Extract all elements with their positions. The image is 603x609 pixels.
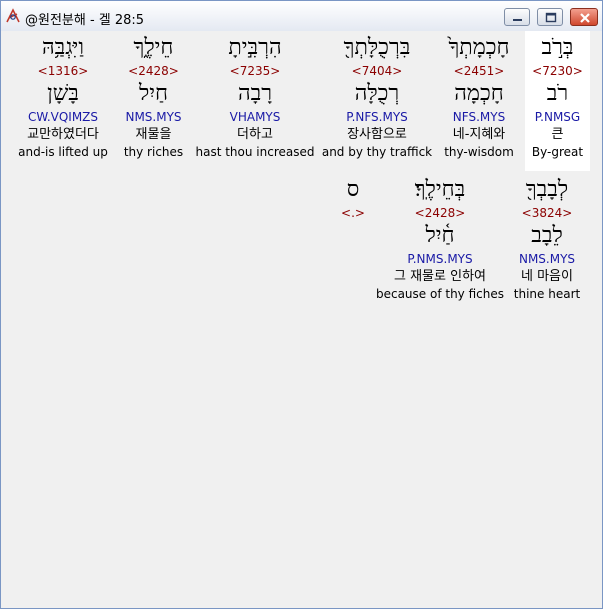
hebrew-root: חַ֫יִל	[425, 223, 455, 248]
word-card[interactable]: וַיִּגְבַּ֥הּ <1316> בָּשָׁן CW.VQIMZS 교…	[13, 33, 113, 160]
parsing-code: NMS.MYS	[518, 252, 576, 266]
hebrew-word: לְבָבְךָ֖	[525, 177, 569, 202]
maximize-button[interactable]	[537, 8, 563, 26]
english-gloss: thy riches	[123, 145, 184, 159]
parsing-code: P.NFS.MYS	[346, 110, 408, 124]
korean-gloss: 네-지혜와	[452, 127, 506, 142]
parsing-code: VHAMYS	[229, 110, 281, 124]
korean-gloss: 재물을	[135, 127, 172, 142]
hebrew-root: רָבָה	[237, 81, 273, 106]
word-card[interactable]: הִרְבִּ֣יתָ <7235> רָבָה VHAMYS 더하고 hast…	[194, 33, 316, 160]
english-gloss: because of thy fiches	[375, 287, 504, 301]
korean-gloss: 그 재물로 인하여	[394, 269, 486, 284]
hebrew-word: וַיִּגְבַּ֥הּ	[42, 35, 84, 60]
english-gloss: By-great	[531, 145, 584, 159]
maximize-icon	[545, 12, 557, 23]
window-title: @원전분해 - 겔 28:5	[25, 13, 145, 28]
strong-number[interactable]: <.>	[333, 205, 373, 221]
hebrew-root: חָכְמָה	[454, 81, 504, 106]
strong-number[interactable]: <3824>	[509, 205, 585, 221]
word-card[interactable]: ס <.>	[333, 175, 373, 221]
hebrew-word: חָכְמָתְךָ֙	[448, 35, 510, 60]
parsing-code: CW.VQIMZS	[27, 110, 99, 124]
english-gloss: thine heart	[513, 287, 581, 301]
strong-number[interactable]: <7404>	[319, 63, 435, 79]
hebrew-root: חַיִל	[138, 81, 169, 106]
close-icon	[580, 13, 590, 23]
word-card[interactable]: בְּרֹ֣ב <7230> רֹב P.NMSG 큰 By-great	[525, 33, 590, 160]
app-window: @원전분해 - 겔 28:5 בְּרֹ֣ב <7230> רֹב P.NMSG	[0, 0, 603, 609]
close-button[interactable]	[570, 8, 598, 26]
hebrew-root: רֹב	[546, 81, 569, 106]
word-card[interactable]: בְּחֵילֶֽךָ׃ <2428> חַ֫יִל P.NMS.MYS 그 재…	[373, 175, 507, 302]
english-gloss: hast thou increased	[195, 145, 315, 159]
word-card[interactable]: בִּרְכֻלָּתְךָ֖ <7404> רְכֻלָּה P.NFS.MY…	[319, 33, 435, 160]
title-bar[interactable]: @원전분해 - 겔 28:5	[1, 1, 602, 31]
hebrew-word: בְּרֹ֣ב	[541, 35, 574, 60]
hebrew-word: חֵילֶ֑ךָ	[133, 35, 174, 60]
parsing-code: P.NMS.MYS	[407, 252, 473, 266]
parsing-code: NMS.MYS	[125, 110, 182, 124]
strong-number[interactable]: <7230>	[525, 63, 590, 79]
minimize-icon	[513, 19, 522, 21]
korean-gloss: 장사함으로	[347, 127, 407, 142]
korean-gloss: 큰	[551, 127, 564, 142]
hebrew-word: בִּרְכֻלָּתְךָ֖	[343, 35, 411, 60]
hebrew-root: לֵבָב	[531, 223, 563, 248]
hebrew-word: ס	[346, 177, 360, 202]
korean-gloss: 네 마음이	[521, 269, 573, 284]
parsing-code: NFS.MYS	[452, 110, 506, 124]
korean-gloss: 더하고	[237, 127, 273, 142]
strong-number[interactable]: <2428>	[373, 205, 507, 221]
word-card[interactable]: חֵילֶ֑ךָ <2428> חַיִל NMS.MYS 재물을 thy ri…	[116, 33, 191, 160]
strong-number[interactable]: <1316>	[13, 63, 113, 79]
strong-number[interactable]: <7235>	[194, 63, 316, 79]
hebrew-word: בְּחֵילֶֽךָ׃	[414, 177, 466, 202]
parsing-code: P.NMSG	[534, 110, 581, 124]
hebrew-root: בָּשָׁן	[47, 81, 79, 106]
english-gloss: thy-wisdom	[444, 145, 514, 159]
strong-number[interactable]: <2451>	[437, 63, 521, 79]
app-logo-icon	[5, 8, 21, 24]
word-card[interactable]: לְבָבְךָ֖ <3824> לֵבָב NMS.MYS 네 마음이 thi…	[509, 175, 585, 302]
analysis-panel: בְּרֹ֣ב <7230> רֹב P.NMSG 큰 By-great חָכ…	[1, 31, 602, 608]
hebrew-root: רְכֻלָּה	[354, 81, 400, 106]
word-card[interactable]: חָכְמָתְךָ֙ <2451> חָכְמָה NFS.MYS 네-지혜와…	[437, 33, 521, 160]
english-gloss: and-is lifted up	[18, 145, 108, 159]
minimize-button[interactable]	[504, 8, 530, 26]
korean-gloss: 교만하였더다	[27, 127, 99, 142]
english-gloss: and by thy traffick	[321, 145, 433, 159]
strong-number[interactable]: <2428>	[116, 63, 191, 79]
hebrew-word: הִרְבִּ֣יתָ	[228, 35, 282, 60]
